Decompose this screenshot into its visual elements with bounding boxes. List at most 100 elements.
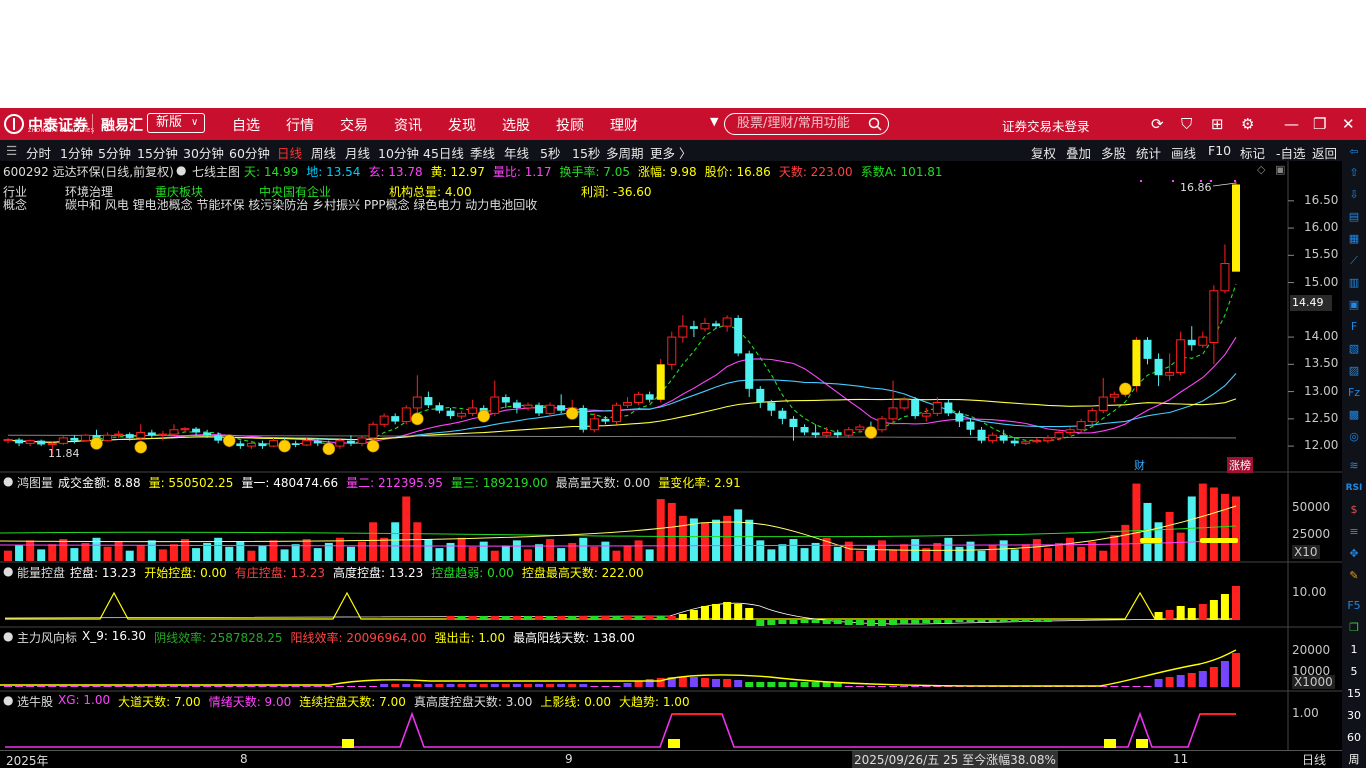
dropdown-arrow-icon[interactable]: ▼ (710, 115, 718, 128)
login-status[interactable]: 证券交易未登录 (1002, 116, 1090, 135)
finance-marker[interactable]: 财 (1134, 457, 1145, 473)
period-tab[interactable]: 15分钟 (137, 143, 178, 162)
diamond-icon[interactable]: ◇ (1257, 163, 1265, 176)
nav-item[interactable]: 行情 (286, 115, 314, 135)
period-tab[interactable]: 10分钟 (378, 143, 419, 162)
nav-item[interactable]: 自选 (232, 115, 260, 135)
period-tab-active[interactable]: 日线 (277, 143, 302, 162)
money-icon[interactable]: $ (1344, 502, 1364, 518)
period-tab[interactable]: 30分钟 (183, 143, 224, 162)
minimize-icon[interactable]: — (1284, 115, 1299, 133)
nav-item[interactable]: 发现 (448, 115, 476, 135)
tool-button[interactable]: 返回 (1312, 143, 1337, 162)
table-icon[interactable]: ▣ (1344, 297, 1364, 313)
force-bar (512, 684, 521, 687)
tool-button[interactable]: 复权 (1031, 143, 1056, 162)
period-15[interactable]: 15 (1344, 686, 1364, 702)
arrow-down-icon[interactable]: ⇩ (1344, 187, 1364, 203)
volume-bar (48, 544, 57, 561)
layout-icon[interactable]: ▤ (1344, 209, 1364, 225)
nav-item[interactable]: 理财 (610, 115, 638, 135)
period-30[interactable]: 30 (1344, 708, 1364, 724)
nav-item[interactable]: 资讯 (394, 115, 422, 135)
tool-button[interactable]: F10 (1208, 143, 1231, 158)
tool-button[interactable]: 多股 (1101, 143, 1126, 162)
tool-button[interactable]: 叠加 (1066, 143, 1091, 162)
period-tab[interactable]: 5秒 (540, 143, 560, 162)
panel-menu-icon[interactable]: ● (3, 629, 13, 643)
period-tab[interactable]: 周线 (311, 143, 336, 162)
list-icon[interactable]: ▦ (1344, 231, 1364, 247)
candle (37, 439, 46, 447)
energy-bar (557, 616, 566, 620)
axis-tick: 20000 (1292, 643, 1331, 657)
industry-info: 行业 环境治理 重庆板块 中央国有企业 机构总量: 4.00 利润: -36.60 (3, 183, 703, 199)
wave-icon[interactable]: ≋ (1344, 458, 1364, 474)
panel-menu-icon[interactable]: ● (3, 564, 13, 578)
tool-button[interactable]: 统计 (1136, 143, 1161, 162)
period-tab[interactable]: 1分钟 (60, 143, 93, 162)
refresh-icon[interactable]: ⟳ (1151, 115, 1164, 133)
period-5[interactable]: 5 (1344, 664, 1364, 680)
brand-logo[interactable]: 中泰证券 ZHONGTAI SECURITIES (4, 113, 94, 135)
candle-body (767, 402, 776, 411)
move-icon[interactable]: ✥ (1344, 546, 1364, 562)
volume-bar (535, 544, 544, 561)
tool-button[interactable]: 标记 (1240, 143, 1265, 162)
arrow-up-icon[interactable]: ⇧ (1344, 165, 1364, 181)
search-icon[interactable] (868, 117, 882, 131)
close-icon[interactable]: ✕ (1342, 115, 1355, 133)
nav-item[interactable]: 选股 (502, 115, 530, 135)
period-tab[interactable]: 5分钟 (98, 143, 131, 162)
nav-item[interactable]: 交易 (340, 115, 368, 135)
f10-icon[interactable]: F (1344, 319, 1364, 335)
doc-icon[interactable]: ▧ (1344, 341, 1364, 357)
energy-bar (999, 620, 1008, 622)
restore-icon[interactable]: ❐ (1313, 115, 1326, 133)
pencil-icon[interactable]: ✎ (1344, 568, 1364, 584)
candle-body (888, 407, 898, 420)
price-tick: 12.00 (1304, 438, 1339, 453)
period-tab[interactable]: 15秒 (572, 143, 600, 162)
rsi-icon[interactable]: RSI (1344, 480, 1364, 496)
period-tab[interactable]: 60分钟 (229, 143, 270, 162)
panel-menu-icon[interactable]: ● (3, 474, 13, 488)
grid-menu-icon[interactable]: ☰ (6, 143, 17, 158)
period-tab[interactable]: 更多 〉 (650, 143, 691, 162)
period-tab[interactable]: 季线 (470, 143, 495, 162)
period-1[interactable]: 1 (1344, 642, 1364, 658)
period-60[interactable]: 60 (1344, 730, 1364, 746)
copy-icon[interactable]: ❐ (1344, 620, 1364, 636)
limit-up-marker[interactable]: 涨榜 (1227, 457, 1253, 473)
indicator-menu-icon[interactable]: ● (176, 163, 186, 177)
chart-area[interactable]: 600292 远达环保(日线,前复权) ● 七线主图 天: 14.99 地: 13… (0, 161, 1342, 768)
force-bar (214, 686, 223, 687)
shirt-icon[interactable]: ⛉ (1181, 115, 1192, 133)
stack-icon[interactable]: ≡ (1344, 524, 1364, 540)
nav-item[interactable]: 投顾 (556, 115, 584, 135)
f5-icon[interactable]: F5 (1344, 598, 1364, 614)
trend-icon[interactable]: ⟋ (1344, 253, 1364, 269)
grid-icon[interactable]: ⊞ (1211, 115, 1224, 133)
arrow-left-icon[interactable]: ⇦ (1344, 144, 1364, 160)
version-select[interactable]: 新版 ∨ (147, 113, 205, 133)
period-week[interactable]: 周 (1344, 752, 1364, 768)
box-icon[interactable]: ▩ (1344, 407, 1364, 423)
search-input[interactable]: 股票/理财/常用功能 (724, 113, 889, 135)
period-tab[interactable]: 45日线 (423, 143, 464, 162)
fz-icon[interactable]: Fz (1344, 385, 1364, 401)
panel-icon[interactable]: ▣ (1275, 163, 1285, 176)
tool-button[interactable]: -自选 (1276, 143, 1306, 162)
candle-icon[interactable]: ▥ (1344, 275, 1364, 291)
note-icon[interactable]: ▨ (1344, 363, 1364, 379)
gear-icon[interactable]: ⚙ (1241, 115, 1254, 133)
panel-menu-icon[interactable]: ● (3, 693, 13, 707)
period-tab[interactable]: 月线 (345, 143, 370, 162)
tool-button[interactable]: 画线 (1171, 143, 1196, 162)
period-tab[interactable]: 分时 (26, 143, 51, 162)
period-tab[interactable]: 多周期 (606, 143, 644, 162)
indicator-name[interactable]: 七线主图 (192, 163, 240, 180)
target-icon[interactable]: ◎ (1344, 429, 1364, 445)
period-tab[interactable]: 年线 (504, 143, 529, 162)
candle (712, 320, 721, 329)
